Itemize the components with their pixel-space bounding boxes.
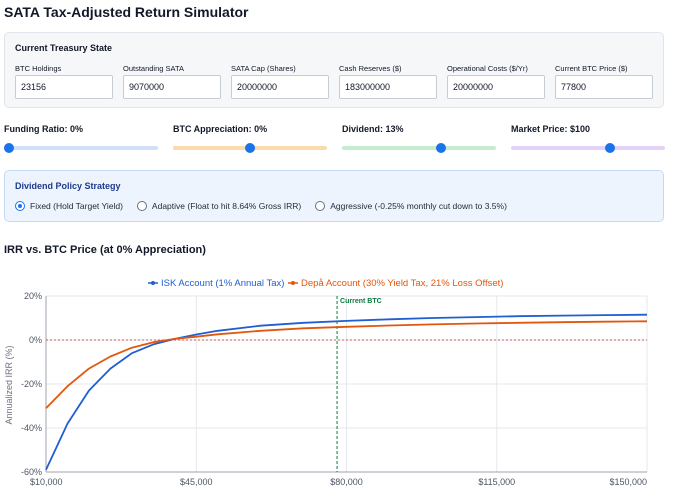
- app-title: SATA Tax-Adjusted Return Simulator: [4, 4, 249, 20]
- x-tick-label: $80,000: [330, 477, 363, 487]
- market-price-slider: Market Price: $100: [511, 124, 665, 153]
- operational-costs-input[interactable]: [447, 75, 545, 99]
- cash-reserves-label: Cash Reserves ($): [339, 64, 402, 73]
- btc-appreciation-thumb[interactable]: [245, 143, 255, 153]
- dividend-slider: Dividend: 13%: [342, 124, 496, 153]
- y-tick-label: 0%: [29, 335, 42, 345]
- aggressive-radio-label[interactable]: Aggressive (-0.25% monthly cut down to 3…: [330, 201, 507, 211]
- dividend-label: Dividend: 13%: [342, 124, 404, 134]
- y-tick-label: -60%: [21, 467, 42, 477]
- market-price-thumb[interactable]: [604, 143, 615, 153]
- irr-chart: ISK Account (1% Annual Tax) Depå Account…: [4, 278, 648, 487]
- operational-costs-label: Operational Costs ($/Yr): [447, 64, 528, 73]
- aggressive-radio[interactable]: [315, 201, 326, 211]
- funding-ratio-slider: Funding Ratio: 0%: [4, 124, 158, 153]
- sata-cap-label: SATA Cap (Shares): [231, 64, 296, 73]
- x-tick-label: $10,000: [30, 477, 63, 487]
- funding-ratio-thumb[interactable]: [4, 143, 14, 153]
- policy-radio-group: Fixed (Hold Target Yield) Adaptive (Floa…: [15, 201, 521, 211]
- funding-ratio-track[interactable]: [4, 143, 158, 153]
- x-tick-labels: $10,000 $45,000 $80,000 $115,000 $150,000: [30, 477, 647, 487]
- legend-isk-dot: [151, 281, 155, 285]
- dividend-thumb[interactable]: [435, 143, 446, 153]
- y-axis-label: Annualized IRR (%): [4, 345, 14, 424]
- btc-appreciation-slider: BTC Appreciation: 0%: [173, 124, 327, 153]
- x-tick-label: $115,000: [478, 477, 515, 487]
- policy-option-adaptive[interactable]: Adaptive (Float to hit 8.64% Gross IRR): [136, 201, 301, 211]
- fixed-radio[interactable]: [15, 201, 25, 211]
- adaptive-radio-label[interactable]: Adaptive (Float to hit 8.64% Gross IRR): [152, 201, 301, 211]
- current-btc-label: Current BTC: [340, 298, 382, 305]
- legend-depa-dot: [291, 281, 295, 285]
- outstanding-sata-input[interactable]: [123, 75, 221, 99]
- legend-depa-label: Depå Account (30% Yield Tax, 21% Loss Of…: [301, 278, 503, 289]
- market-price-label: Market Price: $100: [511, 124, 591, 134]
- operational-costs-field: Operational Costs ($/Yr): [447, 64, 545, 99]
- cash-reserves-field: Cash Reserves ($): [339, 64, 437, 99]
- legend-isk-label: ISK Account (1% Annual Tax): [161, 278, 284, 289]
- btc-holdings-field: BTC Holdings: [15, 64, 113, 99]
- btc-price-label: Current BTC Price ($): [555, 64, 628, 73]
- btc-price-input[interactable]: [555, 75, 653, 99]
- btc-holdings-label: BTC Holdings: [15, 64, 62, 73]
- btc-price-field: Current BTC Price ($): [555, 64, 653, 99]
- y-tick-labels: 20% 0% -20% -40% -60%: [21, 291, 42, 477]
- cash-reserves-input[interactable]: [339, 75, 437, 99]
- treasury-state-panel: Current Treasury State BTC Holdings Outs…: [4, 32, 664, 108]
- market-price-track[interactable]: [511, 143, 665, 153]
- chart-legend: ISK Account (1% Annual Tax) Depå Account…: [148, 278, 503, 289]
- dividend-policy-panel: Dividend Policy Strategy Fixed (Hold Tar…: [4, 170, 664, 222]
- outstanding-sata-field: Outstanding SATA: [123, 64, 221, 99]
- outstanding-sata-label: Outstanding SATA: [123, 64, 185, 73]
- adaptive-radio[interactable]: [136, 201, 147, 211]
- btc-appreciation-label: BTC Appreciation: 0%: [173, 124, 268, 134]
- y-tick-label: 20%: [24, 291, 42, 301]
- funding-ratio-label: Funding Ratio: 0%: [4, 124, 83, 134]
- chart-title: IRR vs. BTC Price (at 0% Appreciation): [4, 244, 206, 256]
- policy-option-aggressive[interactable]: Aggressive (-0.25% monthly cut down to 3…: [315, 201, 507, 211]
- dividend-track[interactable]: [342, 143, 496, 153]
- policy-title: Dividend Policy Strategy: [15, 181, 121, 191]
- sata-cap-field: SATA Cap (Shares): [231, 64, 329, 99]
- y-tick-label: -40%: [21, 423, 42, 433]
- y-tick-label: -20%: [21, 379, 42, 389]
- x-tick-label: $150,000: [609, 477, 647, 487]
- fixed-radio-label[interactable]: Fixed (Hold Target Yield): [30, 201, 123, 211]
- btc-appreciation-track[interactable]: [173, 143, 327, 153]
- treasury-panel-title: Current Treasury State: [15, 43, 113, 53]
- sata-cap-input[interactable]: [231, 75, 329, 99]
- x-tick-label: $45,000: [180, 477, 213, 487]
- policy-option-fixed[interactable]: Fixed (Hold Target Yield): [15, 201, 123, 211]
- btc-holdings-input[interactable]: [15, 75, 113, 99]
